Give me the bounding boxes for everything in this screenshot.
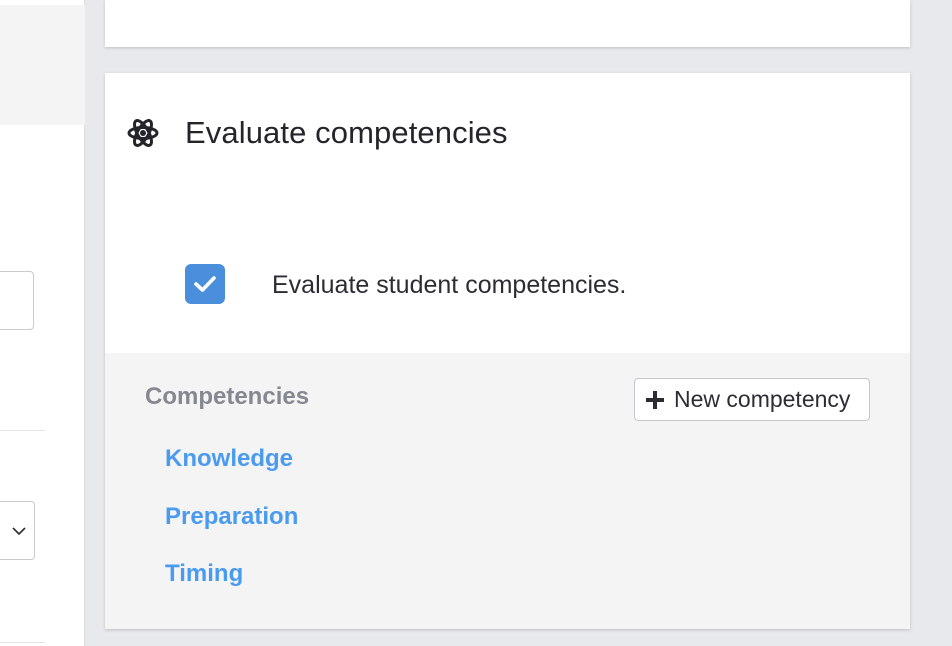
new-competency-label: New competency [674, 386, 851, 412]
left-panel-header [0, 5, 85, 125]
left-divider [0, 430, 45, 431]
card-title: Evaluate competencies [185, 115, 508, 150]
evaluate-checkbox-row[interactable]: Evaluate student competencies. [185, 264, 785, 304]
competencies-section: Competencies New competency Knowledge Pr… [105, 353, 910, 629]
competency-link-knowledge[interactable]: Knowledge [165, 445, 298, 503]
previous-card [105, 0, 910, 47]
check-icon [194, 276, 216, 292]
competency-link-timing[interactable]: Timing [165, 560, 298, 618]
left-select[interactable] [0, 501, 35, 560]
evaluate-checkbox-label[interactable]: Evaluate student competencies. [272, 271, 626, 300]
left-divider [0, 642, 45, 643]
page: Evaluate competencies Evaluate student c… [0, 0, 952, 646]
plus-icon [646, 390, 664, 409]
left-panel [0, 0, 85, 646]
competency-list: Knowledge Preparation Timing [165, 445, 298, 618]
left-text-field[interactable] [0, 271, 34, 330]
evaluate-competencies-card: Evaluate competencies Evaluate student c… [105, 73, 910, 629]
competency-link-preparation[interactable]: Preparation [165, 503, 298, 561]
chevron-down-icon [12, 527, 26, 536]
new-competency-button[interactable]: New competency [634, 378, 870, 421]
evaluate-checkbox[interactable] [185, 264, 225, 304]
competencies-heading: Competencies [145, 383, 310, 410]
atom-icon [127, 119, 159, 147]
card-header: Evaluate competencies [105, 73, 910, 193]
